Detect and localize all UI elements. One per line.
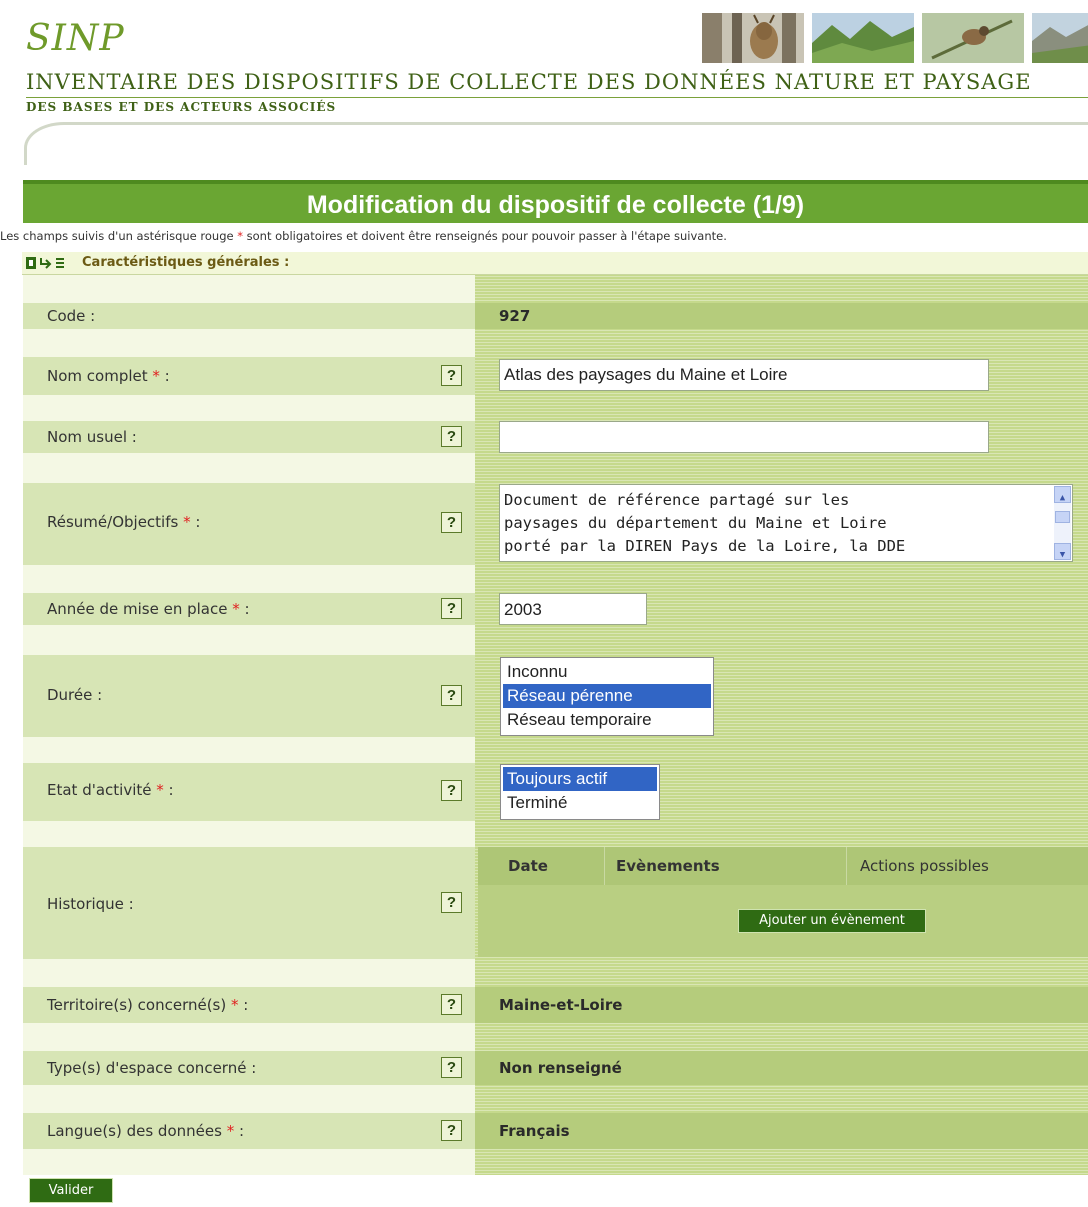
territoire-label: Territoire(s) concerné(s) * : bbox=[47, 996, 248, 1014]
column-actions: Actions possibles bbox=[860, 857, 989, 875]
nom-complet-label-text: Nom complet bbox=[47, 367, 148, 385]
resume-line: paysages du département du Maine et Loir… bbox=[504, 514, 887, 532]
label-colon: : bbox=[190, 513, 201, 531]
column-divider bbox=[846, 847, 847, 885]
form-footer bbox=[23, 1175, 1088, 1207]
territoire-label-text: Territoire(s) concerné(s) bbox=[47, 996, 227, 1014]
table-header-row bbox=[478, 847, 1088, 885]
duree-option-selected[interactable]: Réseau pérenne bbox=[503, 684, 711, 708]
landscape-photo bbox=[1032, 13, 1088, 63]
code-value-cell bbox=[475, 303, 1088, 329]
help-icon[interactable]: ? bbox=[441, 365, 462, 386]
resume-line: porté par la DIREN Pays de la Loire, la … bbox=[504, 537, 906, 555]
label-colon: : bbox=[234, 1122, 245, 1140]
required-fields-notice: Les champs suivis d'un astérisque rouge … bbox=[0, 229, 727, 243]
resume-label: Résumé/Objectifs * : bbox=[47, 513, 200, 531]
code-label: Code : bbox=[47, 307, 96, 325]
logo-text: SINP bbox=[26, 18, 125, 59]
scroll-down-icon[interactable]: ▼ bbox=[1054, 543, 1071, 560]
sinp-logo[interactable]: SINP bbox=[26, 18, 125, 59]
scroll-up-icon[interactable]: ▲ bbox=[1054, 486, 1071, 503]
help-icon[interactable]: ? bbox=[441, 685, 462, 706]
textarea-scrollbar[interactable]: ▲ ▼ bbox=[1054, 486, 1071, 560]
help-icon[interactable]: ? bbox=[441, 892, 462, 913]
site-header: SINP INVENTAIRE DES DISPOSITIFS DE COLLE… bbox=[0, 0, 1088, 180]
resume-textarea[interactable]: Document de référence partagé sur les pa… bbox=[499, 484, 1073, 562]
territoire-row: Territoire(s) concerné(s) * : ? Maine-et… bbox=[23, 987, 1088, 1023]
duree-option[interactable]: Inconnu bbox=[503, 660, 711, 684]
required-star: * bbox=[232, 600, 240, 618]
help-icon[interactable]: ? bbox=[441, 512, 462, 533]
required-star: * bbox=[152, 367, 160, 385]
column-date: Date bbox=[508, 857, 548, 875]
duree-option[interactable]: Réseau temporaire bbox=[503, 708, 711, 732]
header-divider bbox=[26, 97, 1088, 98]
etat-label-text: Etat d'activité bbox=[47, 781, 152, 799]
page-title: Modification du dispositif de collecte (… bbox=[306, 191, 805, 219]
collapse-icon bbox=[26, 257, 64, 269]
help-icon[interactable]: ? bbox=[441, 426, 462, 447]
historique-label: Historique : bbox=[47, 895, 134, 913]
etat-label: Etat d'activité * : bbox=[47, 781, 174, 799]
notice-text-end: sont obligatoires et doivent être rensei… bbox=[243, 229, 727, 243]
mountain-photo bbox=[812, 13, 914, 63]
section-title: Caractéristiques générales : bbox=[82, 255, 290, 270]
langue-value: Français bbox=[499, 1122, 570, 1140]
edit-form: Code : 927 Nom complet * : ? Atlas des p… bbox=[23, 275, 1088, 1207]
add-event-button[interactable]: Ajouter un évènement bbox=[738, 909, 926, 933]
bird-photo bbox=[922, 13, 1024, 63]
scroll-thumb[interactable] bbox=[1055, 511, 1070, 523]
label-colon: : bbox=[239, 600, 250, 618]
type-espace-value: Non renseigné bbox=[499, 1059, 622, 1077]
nom-usuel-input[interactable] bbox=[499, 421, 989, 453]
etat-option[interactable]: Terminé bbox=[503, 791, 657, 815]
site-subtitle: DES BASES ET DES ACTEURS ASSOCIÉS bbox=[26, 100, 337, 114]
help-icon[interactable]: ? bbox=[441, 1120, 462, 1141]
langue-label-text: Langue(s) des données bbox=[47, 1122, 222, 1140]
langue-label: Langue(s) des données * : bbox=[47, 1122, 244, 1140]
annee-input[interactable]: 2003 bbox=[499, 593, 647, 625]
territoire-value: Maine-et-Loire bbox=[499, 996, 623, 1014]
site-title: INVENTAIRE DES DISPOSITIFS DE COLLECTE D… bbox=[26, 70, 1032, 94]
type-espace-row: Type(s) d'espace concerné : ? Non rensei… bbox=[23, 1051, 1088, 1085]
label-colon: : bbox=[159, 367, 170, 385]
notice-text-start: Les champs suivis d'un astérisque rouge bbox=[0, 229, 238, 243]
nom-complet-label: Nom complet * : bbox=[47, 367, 170, 385]
etat-listbox[interactable]: Toujours actif Terminé bbox=[500, 764, 660, 820]
code-value: 927 bbox=[499, 307, 531, 325]
help-icon[interactable]: ? bbox=[441, 598, 462, 619]
column-evenements: Evènements bbox=[616, 857, 720, 875]
help-icon[interactable]: ? bbox=[441, 780, 462, 801]
annee-label: Année de mise en place * : bbox=[47, 600, 250, 618]
historique-table: Date Evènements Actions possibles Ajoute… bbox=[478, 847, 1088, 957]
duree-listbox[interactable]: Inconnu Réseau pérenne Réseau temporaire bbox=[500, 657, 714, 736]
type-espace-label: Type(s) d'espace concerné : bbox=[47, 1059, 257, 1077]
help-icon[interactable]: ? bbox=[441, 1057, 462, 1078]
help-icon[interactable]: ? bbox=[441, 994, 462, 1015]
resume-label-text: Résumé/Objectifs bbox=[47, 513, 179, 531]
nom-usuel-label: Nom usuel : bbox=[47, 428, 137, 446]
langue-row: Langue(s) des données * : ? Français bbox=[23, 1113, 1088, 1149]
page-title-bar: Modification du dispositif de collecte (… bbox=[23, 180, 1088, 223]
required-star: * bbox=[231, 996, 239, 1014]
header-swoosh bbox=[24, 122, 1088, 165]
code-row: Code : 927 bbox=[23, 303, 1088, 329]
annee-label-text: Année de mise en place bbox=[47, 600, 228, 618]
required-star: * bbox=[156, 781, 164, 799]
section-header[interactable]: Caractéristiques générales : bbox=[22, 252, 1088, 275]
label-colon: : bbox=[163, 781, 174, 799]
nom-complet-input[interactable]: Atlas des paysages du Maine et Loire bbox=[499, 359, 989, 391]
label-colon: : bbox=[238, 996, 249, 1014]
deer-photo bbox=[702, 13, 804, 63]
column-divider bbox=[604, 847, 605, 885]
etat-option-selected[interactable]: Toujours actif bbox=[503, 767, 657, 791]
required-star: * bbox=[183, 513, 191, 531]
valider-button[interactable]: Valider bbox=[29, 1178, 113, 1203]
resume-line: Document de référence partagé sur les bbox=[504, 491, 850, 509]
duree-label: Durée : bbox=[47, 686, 103, 704]
